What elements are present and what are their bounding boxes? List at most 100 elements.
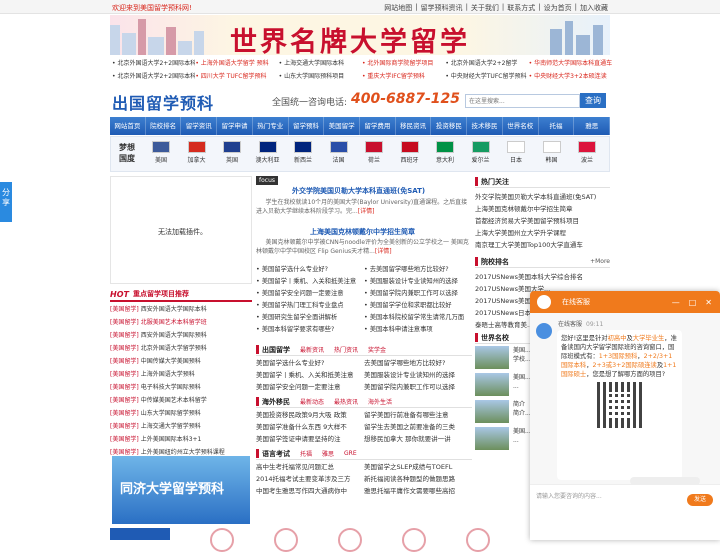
program-link[interactable]: • 重庆大学IFC留学预科 (362, 71, 445, 80)
country-flag[interactable]: 日本 (502, 141, 530, 164)
circle-icon[interactable] (338, 528, 362, 552)
more-link[interactable]: +More (590, 258, 610, 265)
nav-item[interactable]: 技术移民 (467, 117, 503, 135)
program-link[interactable]: • 四川大学 TUFC留学预科 (195, 71, 278, 80)
country-flag[interactable]: 西班牙 (396, 141, 424, 164)
nav-item[interactable]: 移民资讯 (396, 117, 432, 135)
list-item[interactable]: [美国留学] 北服美国艺术本科留学班 (110, 315, 252, 328)
news-link[interactable]: 美国留学院内兼职工作可以选择 (364, 381, 472, 391)
list-item[interactable]: [美国留学] 电子科技大学国际预科 (110, 380, 252, 393)
nav-item[interactable]: 留学费用 (360, 117, 396, 135)
country-flag[interactable]: 波兰 (573, 141, 601, 164)
share-tab[interactable]: 分享 (0, 182, 12, 222)
news-link[interactable]: 雅思托福平庸作文需要哪些高招 (364, 485, 472, 495)
news-link[interactable]: • 美国留学热门理工科专业盘点 (256, 300, 364, 312)
nav-item[interactable]: 留学申请 (217, 117, 253, 135)
section-tab[interactable]: 最热资讯 (334, 397, 358, 406)
news-link[interactable]: 高中生考托福常见问题汇总 (256, 461, 364, 471)
program-link[interactable]: • 北京外国语大学2+2留学 (445, 58, 528, 67)
section-tab[interactable]: GRE (344, 450, 357, 457)
news-link[interactable]: • 美国本科留学要求有哪些? (256, 324, 364, 336)
country-flag[interactable]: 意大利 (431, 141, 459, 164)
news-link[interactable]: 美国留学安全问题一定要注意 (256, 381, 364, 391)
list-item[interactable]: [美国留学] 中国传媒大学美国预科 (110, 354, 252, 367)
nav-item[interactable]: 热门专业 (253, 117, 289, 135)
news-link[interactable]: 留学生去美国之前要准备的三类 (364, 421, 472, 431)
nav-item[interactable]: 托福 (539, 117, 575, 135)
section-tab[interactable]: 托福 (300, 449, 312, 458)
country-flag[interactable]: 新西兰 (289, 141, 317, 164)
details-link[interactable]: [详情] (375, 248, 392, 255)
news-link[interactable]: 去美国留学哪些地方比较好? (364, 357, 472, 367)
list-item[interactable]: 南京理工大学美国Top100大学直通车 (475, 238, 610, 250)
news-link[interactable]: • 美国留学选什么专业好? (256, 264, 364, 276)
news-link[interactable]: 美国留学丨乘机、入关和抵美注意 (256, 369, 364, 379)
country-flag[interactable]: 澳大利亚 (254, 141, 282, 164)
news-link[interactable]: 新托福阅读各种题型的做题思路 (364, 473, 472, 483)
nav-item[interactable]: 雅思 (574, 117, 611, 135)
news-link[interactable]: • 美国服装设计专业读知州的选择 (364, 276, 472, 288)
focus-news-title[interactable]: 上海美国克林顿戴尔中学招生简章 (310, 227, 415, 237)
list-item[interactable]: 首都经济贸易大学美国留学预科项目 (475, 214, 610, 226)
program-link[interactable]: • 上海外国语大学留学 预科 (195, 58, 278, 67)
list-item[interactable]: 上海大学美国州立大学升学课程 (475, 226, 610, 238)
list-item[interactable]: [美国留学] 上外美国国际本科3+1 (110, 432, 252, 445)
nav-item[interactable]: 网站首页 (110, 117, 146, 135)
nav-item[interactable]: 留学资讯 (181, 117, 218, 135)
list-item[interactable]: [美国留学] 上海外国语大学预科 (110, 367, 252, 380)
program-link[interactable]: • 山东大学国际预科项目 (279, 71, 362, 80)
list-item[interactable]: [美国留学] 上海交通大学留学预科 (110, 419, 252, 432)
section-tab[interactable]: 奖学金 (368, 345, 386, 354)
news-link[interactable]: • 美国留学丨乘机、入关和抵美注意 (256, 276, 364, 288)
news-link[interactable]: 留学美国行前准备有哪些注意 (364, 409, 472, 419)
top-link[interactable]: 留学预科资讯 (421, 3, 463, 13)
news-link[interactable]: • 美国留学院内兼职工作可以选择 (364, 288, 472, 300)
news-link[interactable]: 2014托福考试主要变革涉及三方 (256, 473, 364, 483)
search-button[interactable]: 查询 (580, 93, 606, 108)
circle-icon[interactable] (210, 528, 234, 552)
top-link[interactable]: 关于我们 (471, 3, 499, 13)
tongji-banner[interactable]: 同济大学留学预科 (112, 456, 250, 524)
site-logo[interactable]: 出国留学预科 (112, 90, 214, 114)
news-link[interactable]: 中国考生雅思写作四大通病你中 (256, 485, 364, 495)
news-link[interactable]: 美国留学签证申请要坚持的注 (256, 433, 364, 443)
country-flag[interactable]: 英国 (218, 141, 246, 164)
list-item[interactable]: [美国留学] 北京外国语大学留学预科 (110, 341, 252, 354)
top-link[interactable]: 加入收藏 (580, 3, 608, 13)
program-link[interactable]: • 北京外国语大学2+2国际本科项目 (112, 71, 195, 80)
news-link[interactable]: • 美国留学安全问题一定要注意 (256, 288, 364, 300)
country-flag[interactable]: 法国 (325, 141, 353, 164)
top-link[interactable]: 设为首页 (544, 3, 572, 13)
circle-icon[interactable] (466, 528, 490, 552)
news-link[interactable]: • 美国留学学位和求职都比较好 (364, 300, 472, 312)
section-tab[interactable]: 海外生活 (368, 397, 392, 406)
country-flag[interactable]: 荷兰 (360, 141, 388, 164)
news-link[interactable]: • 美国研究生留学全面讲解析 (256, 312, 364, 324)
list-item[interactable]: [美国留学] 西安外国语大学国际本科 (110, 302, 252, 315)
maximize-icon[interactable]: □ (689, 298, 697, 307)
country-flag[interactable]: 加拿大 (183, 141, 211, 164)
program-link[interactable]: • 中央财经大学3+2本硕连读 (529, 71, 612, 80)
country-flag[interactable]: 爱尔兰 (467, 141, 495, 164)
circle-icon[interactable] (274, 528, 298, 552)
minimize-icon[interactable]: — (672, 298, 680, 307)
list-item[interactable]: 外交学院美国贝勒大学本科直通班(免SAT) (475, 190, 610, 202)
chat-input-area[interactable]: 请输入您要咨询的内容... 发送 (530, 484, 720, 540)
news-link[interactable]: 想移民加拿大 那你就要讲一讲 (364, 433, 472, 443)
list-item[interactable]: 2017USNews美国本科大学综合排名 (475, 270, 610, 282)
news-link[interactable]: • 美国本科院校留学常生请常几万面 (364, 312, 472, 324)
news-link[interactable]: 美国留学之SLEP成绩与TOEFL (364, 461, 472, 471)
country-flag[interactable]: 韩国 (538, 141, 566, 164)
news-link[interactable]: 美国服装设计专业读知州的选择 (364, 369, 472, 379)
list-item[interactable]: [美国留学] 西安外国语大学国际预科 (110, 328, 252, 341)
news-link[interactable]: 美国留学准备什么东西 9大样不 (256, 421, 364, 431)
section-tab[interactable]: 雅思 (322, 449, 334, 458)
focus-news-title[interactable]: 外交学院美国贝勒大学本科直通班(免SAT) (292, 186, 425, 196)
program-link[interactable]: • 上海交通大学国际本科 (279, 58, 362, 67)
nav-item[interactable]: 院校排名 (146, 117, 182, 135)
chat-window[interactable]: 在线客服 — □ ✕ 在线客服 09:11 您好!这里是针对初高中及大学毕业生，准… (530, 291, 720, 540)
top-link[interactable]: 联系方式 (507, 3, 535, 13)
program-link[interactable]: • 北外国际商学院留学项目 (362, 58, 445, 67)
news-link[interactable]: 美国留学选什么专业好? (256, 357, 364, 367)
nav-item[interactable]: 世界名校 (503, 117, 539, 135)
